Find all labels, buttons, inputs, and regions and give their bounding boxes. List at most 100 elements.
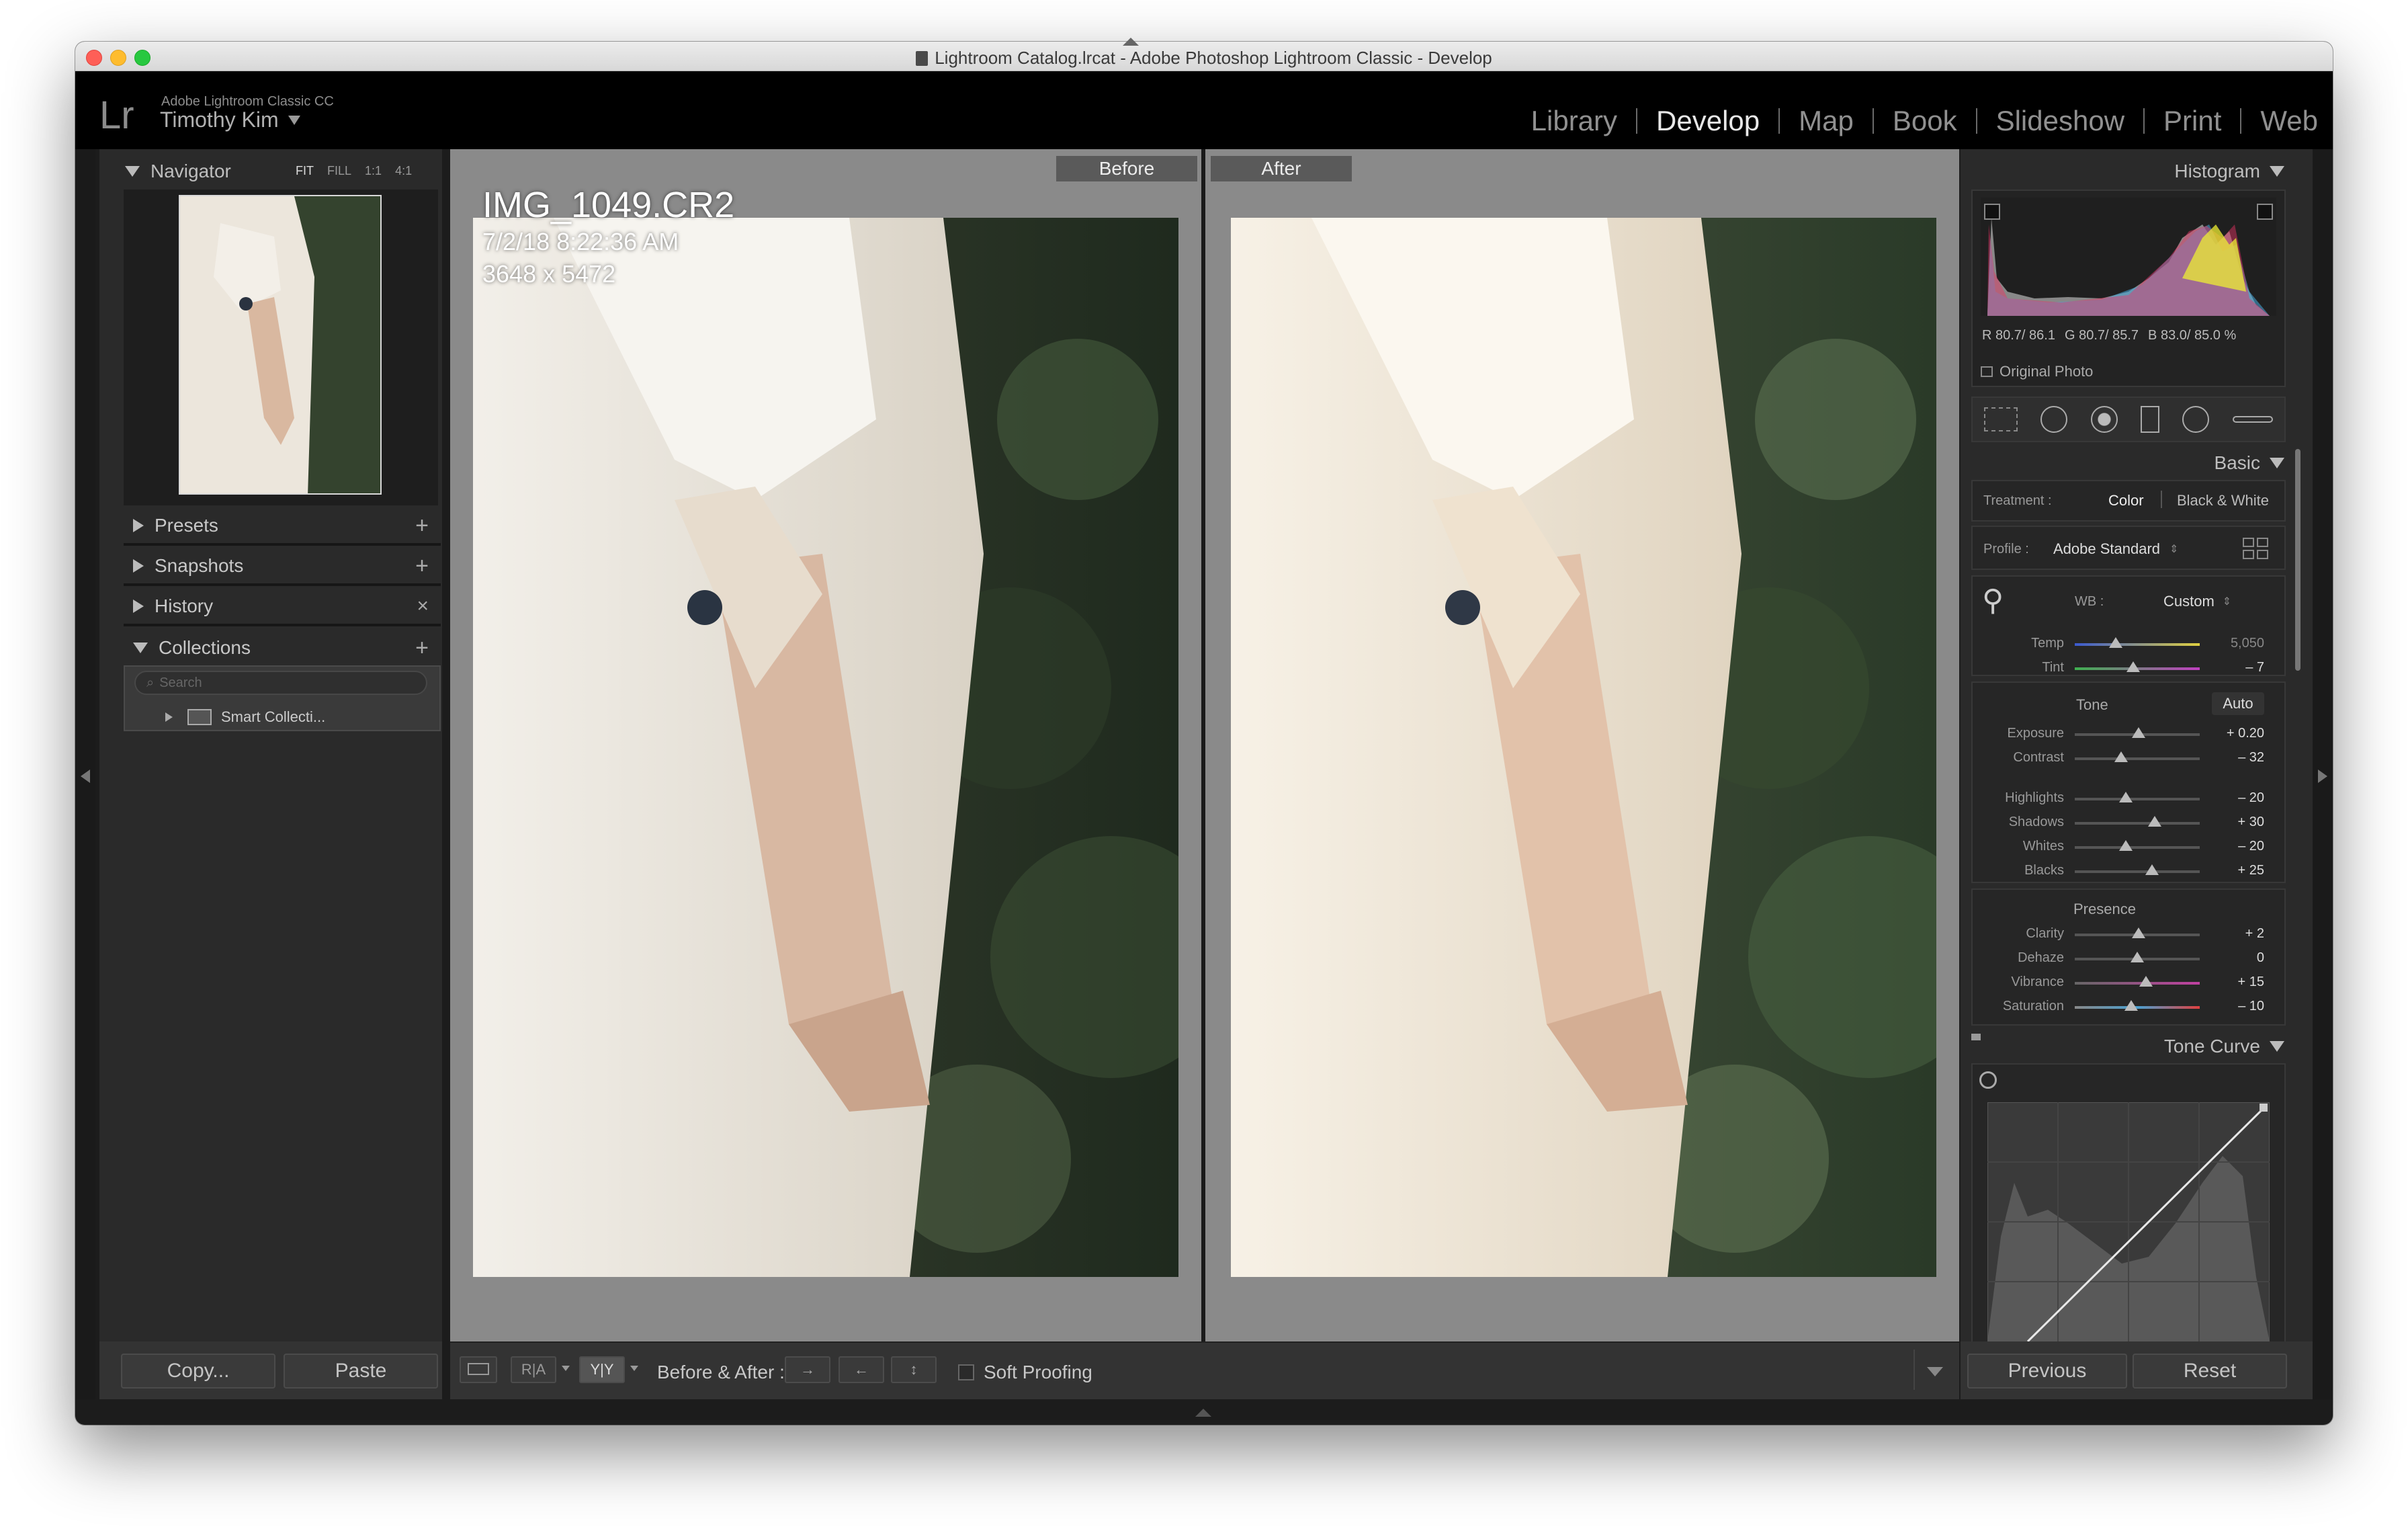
snapshots-section[interactable]: Snapshots +: [124, 548, 441, 586]
crop-tool-icon[interactable]: [1984, 407, 2018, 431]
history-section[interactable]: History ×: [124, 589, 441, 626]
right-panel-toggle-icon[interactable]: [2318, 770, 2327, 783]
slider-thumb[interactable]: [2119, 792, 2133, 802]
slider-contrast[interactable]: Contrast – 32: [1974, 746, 2280, 770]
slider-thumb[interactable]: [2145, 864, 2159, 875]
swap-before-after-icon[interactable]: ↕: [891, 1356, 937, 1383]
clear-history-icon[interactable]: ×: [417, 595, 429, 618]
presets-section[interactable]: Presets +: [124, 508, 441, 546]
toolbar-menu-chevron-icon[interactable]: [1927, 1367, 1943, 1376]
wb-eyedropper-icon[interactable]: ⚲: [1982, 583, 2017, 624]
add-preset-icon[interactable]: +: [415, 513, 429, 539]
smart-collection-item[interactable]: Smart Collecti...: [165, 708, 325, 726]
loupe-view-icon[interactable]: [460, 1356, 497, 1383]
copy-before-to-after-icon[interactable]: →: [785, 1356, 830, 1383]
reset-button[interactable]: Reset: [2133, 1354, 2287, 1389]
module-print[interactable]: Print: [2163, 105, 2221, 137]
original-photo-toggle[interactable]: Original Photo: [1981, 363, 2093, 380]
before-after-yy-view-icon[interactable]: Y|Y: [579, 1356, 625, 1383]
slider-value[interactable]: – 7: [2204, 660, 2264, 675]
spot-removal-icon[interactable]: [2040, 406, 2068, 433]
before-photo[interactable]: [473, 218, 1178, 1277]
slider-exposure[interactable]: Exposure + 0.20: [1974, 722, 2280, 746]
module-library[interactable]: Library: [1531, 105, 1617, 137]
profile-dropdown[interactable]: Adobe Standard ⇕: [2053, 540, 2178, 558]
graduated-filter-icon[interactable]: [2141, 406, 2160, 433]
slider-track[interactable]: [2075, 798, 2200, 800]
slider-value[interactable]: + 30: [2204, 815, 2264, 830]
adjustment-brush-icon[interactable]: [2232, 416, 2273, 423]
slider-track[interactable]: [2075, 846, 2200, 849]
basic-header[interactable]: Basic: [1969, 448, 2284, 479]
target-adjustment-icon[interactable]: [1979, 1071, 1997, 1089]
slider-value[interactable]: + 25: [2204, 863, 2264, 878]
slider-value[interactable]: – 10: [2204, 999, 2264, 1014]
wb-dropdown[interactable]: Custom ⇕: [2163, 593, 2231, 610]
slider-thumb[interactable]: [2148, 816, 2162, 827]
histogram-graph[interactable]: [1981, 198, 2276, 316]
radial-filter-icon[interactable]: [2182, 406, 2210, 433]
right-panel-scrollbar[interactable]: [2295, 449, 2300, 671]
module-map[interactable]: Map: [1799, 105, 1854, 137]
collections-search-input[interactable]: ⌕ Search: [134, 671, 427, 695]
filmstrip-toggle-arrow[interactable]: [1195, 1409, 1211, 1417]
slider-value[interactable]: – 32: [2204, 750, 2264, 766]
zoom-1-1[interactable]: 1:1: [365, 164, 382, 178]
slider-track[interactable]: [2075, 757, 2200, 760]
slider-highlights[interactable]: Highlights – 20: [1974, 786, 2280, 811]
slider-thumb[interactable]: [2131, 727, 2145, 738]
previous-settings-button[interactable]: Previous: [1967, 1354, 2127, 1389]
slider-thumb[interactable]: [2124, 1000, 2138, 1011]
paste-settings-button[interactable]: Paste: [284, 1354, 438, 1389]
slider-whites[interactable]: Whites – 20: [1974, 835, 2280, 859]
slider-track[interactable]: [2075, 982, 2200, 985]
module-slideshow[interactable]: Slideshow: [1996, 105, 2124, 137]
after-photo[interactable]: [1231, 218, 1936, 1277]
slider-track[interactable]: [2075, 643, 2200, 646]
slider-dehaze[interactable]: Dehaze 0: [1974, 946, 2280, 970]
module-book[interactable]: Book: [1893, 105, 1957, 137]
add-collection-icon[interactable]: +: [415, 635, 429, 661]
treatment-bw-option[interactable]: Black & White: [2177, 492, 2269, 509]
slider-saturation[interactable]: Saturation – 10: [1974, 995, 2280, 1019]
slider-tint[interactable]: Tint – 7: [1974, 656, 2280, 680]
module-develop[interactable]: Develop: [1656, 105, 1760, 137]
tone-curve-header[interactable]: Tone Curve: [1969, 1031, 2284, 1062]
slider-value[interactable]: + 0.20: [2204, 726, 2264, 741]
slider-thumb[interactable]: [2109, 637, 2123, 648]
copy-settings-button[interactable]: Copy...: [121, 1354, 275, 1389]
module-web[interactable]: Web: [2260, 105, 2318, 137]
soft-proofing-checkbox[interactable]: [958, 1364, 974, 1380]
red-eye-icon[interactable]: [2090, 406, 2118, 433]
copy-after-to-before-icon[interactable]: ←: [838, 1356, 884, 1383]
treatment-color-option[interactable]: Color: [2108, 492, 2144, 509]
navigator-thumbnail[interactable]: [179, 195, 382, 495]
slider-track[interactable]: [2075, 822, 2200, 825]
zoom-fill[interactable]: FILL: [327, 164, 351, 178]
slider-value[interactable]: 5,050: [2204, 636, 2264, 651]
slider-vibrance[interactable]: Vibrance + 15: [1974, 970, 2280, 995]
add-snapshot-icon[interactable]: +: [415, 553, 429, 579]
collapse-top-panel-arrow[interactable]: [1123, 38, 1139, 46]
slider-blacks[interactable]: Blacks + 25: [1974, 859, 2280, 883]
slider-value[interactable]: + 2: [2204, 926, 2264, 942]
collections-section[interactable]: Collections +: [124, 629, 441, 667]
profile-browser-icon[interactable]: [2243, 538, 2268, 559]
slider-value[interactable]: – 20: [2204, 790, 2264, 806]
zoom-4-1[interactable]: 4:1: [395, 164, 412, 178]
slider-value[interactable]: – 20: [2204, 839, 2264, 854]
slider-shadows[interactable]: Shadows + 30: [1974, 811, 2280, 835]
histogram-header[interactable]: Histogram: [1969, 156, 2284, 187]
user-menu[interactable]: Timothy Kim: [160, 108, 300, 132]
slider-thumb[interactable]: [2119, 840, 2133, 851]
view-menu-chevron-icon[interactable]: [562, 1366, 570, 1371]
slider-thumb[interactable]: [2131, 927, 2145, 938]
left-panel-toggle-icon[interactable]: [81, 770, 90, 783]
zoom-fit[interactable]: FIT: [296, 164, 314, 178]
auto-tone-button[interactable]: Auto: [2212, 692, 2264, 715]
slider-thumb[interactable]: [2114, 751, 2128, 762]
slider-track[interactable]: [2075, 870, 2200, 873]
slider-temp[interactable]: Temp 5,050: [1974, 632, 2280, 656]
tone-curve-graph[interactable]: [1987, 1102, 2270, 1343]
slider-clarity[interactable]: Clarity + 2: [1974, 922, 2280, 946]
